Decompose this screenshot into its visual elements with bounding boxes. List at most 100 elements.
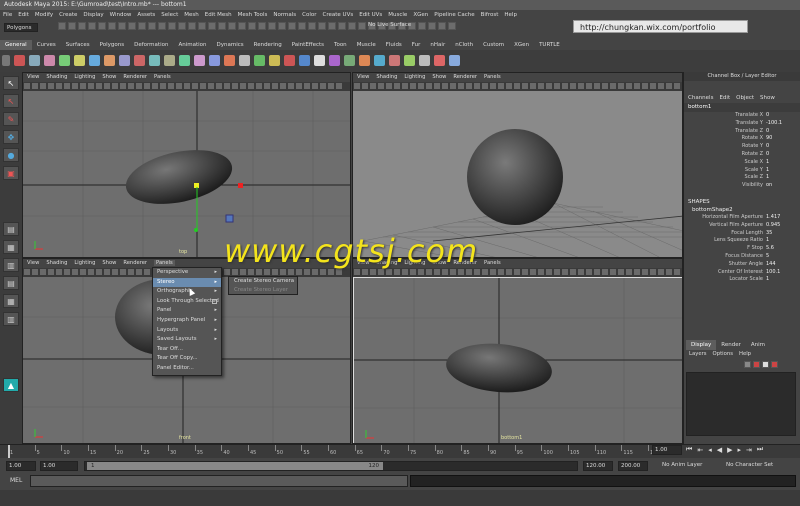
- viewport-tool-icon[interactable]: [546, 83, 552, 89]
- viewport-tool-icon[interactable]: [666, 83, 672, 89]
- menu-window[interactable]: Window: [110, 10, 132, 20]
- shelf-tool-icon[interactable]: [59, 55, 70, 66]
- viewport-tool-icon[interactable]: [48, 269, 54, 275]
- viewport-tool-icon[interactable]: [48, 83, 54, 89]
- attribute-value[interactable]: 144: [766, 261, 776, 269]
- shelf-tab-fur[interactable]: Fur: [407, 40, 426, 50]
- move-layer-up-icon[interactable]: [744, 361, 751, 368]
- viewport-tool-icon[interactable]: [490, 83, 496, 89]
- panels-menu-stereo[interactable]: Stereo ▸: [153, 277, 221, 288]
- viewport-tool-icon[interactable]: [370, 83, 376, 89]
- viewport-tool-icon[interactable]: [394, 83, 400, 89]
- viewport-top[interactable]: View Shading Lighting Show Renderer Panels to…: [22, 72, 351, 258]
- create-stereo-camera-item[interactable]: Create Stereo Camera: [229, 277, 297, 286]
- cb-menu-show[interactable]: Show: [760, 95, 775, 101]
- viewport-tool-icon[interactable]: [554, 269, 560, 275]
- viewport-tool-icon[interactable]: [336, 83, 342, 89]
- persp-graph-layout-icon[interactable]: ▤: [3, 276, 19, 290]
- viewport-tool-icon[interactable]: [272, 83, 278, 89]
- viewport-tool-icon[interactable]: [312, 83, 318, 89]
- vp-menu-lighting[interactable]: Lighting: [404, 74, 425, 80]
- shelf-tool-icon[interactable]: [254, 55, 265, 66]
- viewport-tool-icon[interactable]: [594, 269, 600, 275]
- status-tool-icon[interactable]: [278, 22, 286, 30]
- attribute-value[interactable]: 5: [766, 253, 769, 261]
- attribute-value[interactable]: 1.417: [766, 214, 780, 222]
- menu-color[interactable]: Color: [302, 10, 316, 20]
- attribute-row[interactable]: Scale Z1: [684, 174, 800, 182]
- viewport-tool-icon[interactable]: [482, 83, 488, 89]
- viewport-tool-icon[interactable]: [498, 269, 504, 275]
- menu-normals[interactable]: Normals: [273, 10, 296, 20]
- viewport-tool-icon[interactable]: [674, 83, 680, 89]
- viewport-tool-icon[interactable]: [192, 83, 198, 89]
- viewport-tool-icon[interactable]: [378, 83, 384, 89]
- status-tool-icon[interactable]: [448, 22, 456, 30]
- viewport-tool-icon[interactable]: [56, 269, 62, 275]
- layer-menu-layers[interactable]: Layers: [689, 351, 707, 357]
- viewport-tool-icon[interactable]: [24, 269, 30, 275]
- rotate-tool-icon[interactable]: ●: [3, 148, 19, 162]
- viewport-tool-icon[interactable]: [570, 83, 576, 89]
- viewport-tool-icon[interactable]: [458, 83, 464, 89]
- viewport-tool-icon[interactable]: [474, 83, 480, 89]
- panels-menu-panel-editor[interactable]: Panel Editor...: [153, 364, 221, 374]
- panels-menu-hypergraph-panel[interactable]: Hypergraph Panel ▸: [153, 316, 221, 326]
- menu-edit-mesh[interactable]: Edit Mesh: [205, 10, 232, 20]
- scale-tool-icon[interactable]: ▣: [3, 166, 19, 180]
- playback-end-field[interactable]: 120.00: [583, 461, 613, 471]
- shelf-tool-icon[interactable]: [209, 55, 220, 66]
- tab-anim[interactable]: Anim: [746, 340, 770, 350]
- shelf-tool-icon[interactable]: [284, 55, 295, 66]
- viewport-tool-icon[interactable]: [658, 83, 664, 89]
- viewport-tool-icon[interactable]: [320, 83, 326, 89]
- viewport-tool-icon[interactable]: [618, 83, 624, 89]
- viewport-tool-icon[interactable]: [104, 83, 110, 89]
- attribute-row[interactable]: Scale Y1: [684, 167, 800, 175]
- attribute-value[interactable]: -100.1: [766, 120, 782, 128]
- select-tool-icon[interactable]: ↖: [3, 76, 19, 90]
- four-pane-layout-icon[interactable]: ▦: [3, 240, 19, 254]
- go-to-end-icon[interactable]: ⏭: [757, 445, 763, 454]
- status-tool-icon[interactable]: [208, 22, 216, 30]
- shelf-tool-icon[interactable]: [299, 55, 310, 66]
- viewport-tool-icon[interactable]: [184, 83, 190, 89]
- shelf-tool-icon[interactable]: [239, 55, 250, 66]
- shelf-tab-nhair[interactable]: nHair: [425, 40, 450, 50]
- menu-bifrost[interactable]: Bifrost: [481, 10, 499, 20]
- step-back-frame-icon[interactable]: ◂: [708, 446, 712, 454]
- status-tool-icon[interactable]: [338, 22, 346, 30]
- attribute-row[interactable]: Focal Length 35: [684, 230, 800, 238]
- viewport-tool-icon[interactable]: [64, 83, 70, 89]
- shelf-tab-deformation[interactable]: Deformation: [129, 40, 173, 50]
- menu-select[interactable]: Select: [161, 10, 178, 20]
- viewport-tool-icon[interactable]: [530, 269, 536, 275]
- attribute-row[interactable]: Rotate Z0: [684, 151, 800, 159]
- status-tool-icon[interactable]: [358, 22, 366, 30]
- shelf-tab-painteffects[interactable]: PaintEffects: [287, 40, 329, 50]
- status-tool-icon[interactable]: [288, 22, 296, 30]
- attribute-value[interactable]: 1: [766, 276, 769, 284]
- status-tool-icon[interactable]: [118, 22, 126, 30]
- viewport-tool-icon[interactable]: [602, 269, 608, 275]
- play-backward-icon[interactable]: ◀: [717, 446, 722, 454]
- menu-modify[interactable]: Modify: [35, 10, 53, 20]
- current-frame-field[interactable]: 1.00: [652, 445, 682, 455]
- shelf-tab-xgen[interactable]: XGen: [509, 40, 534, 50]
- viewport-tool-icon[interactable]: [112, 269, 118, 275]
- vp-menu-view[interactable]: View: [27, 260, 39, 266]
- vp-menu-panels[interactable]: Panels: [484, 260, 501, 266]
- viewport-tool-icon[interactable]: [240, 83, 246, 89]
- vp-menu-panels[interactable]: Panels: [484, 74, 501, 80]
- layer-options-icon[interactable]: [771, 361, 778, 368]
- viewport-tool-icon[interactable]: [450, 83, 456, 89]
- attribute-row[interactable]: Scale X1: [684, 159, 800, 167]
- viewport-tool-icon[interactable]: [562, 269, 568, 275]
- attribute-value[interactable]: 1: [766, 159, 769, 167]
- menu-create[interactable]: Create: [59, 10, 77, 20]
- panels-menu-layouts[interactable]: Layouts ▸: [153, 326, 221, 336]
- menu-xgen[interactable]: XGen: [413, 10, 428, 20]
- status-tool-icon[interactable]: [418, 22, 426, 30]
- menu-edit-uvs[interactable]: Edit UVs: [359, 10, 382, 20]
- shelf-tab-fluids[interactable]: Fluids: [381, 40, 407, 50]
